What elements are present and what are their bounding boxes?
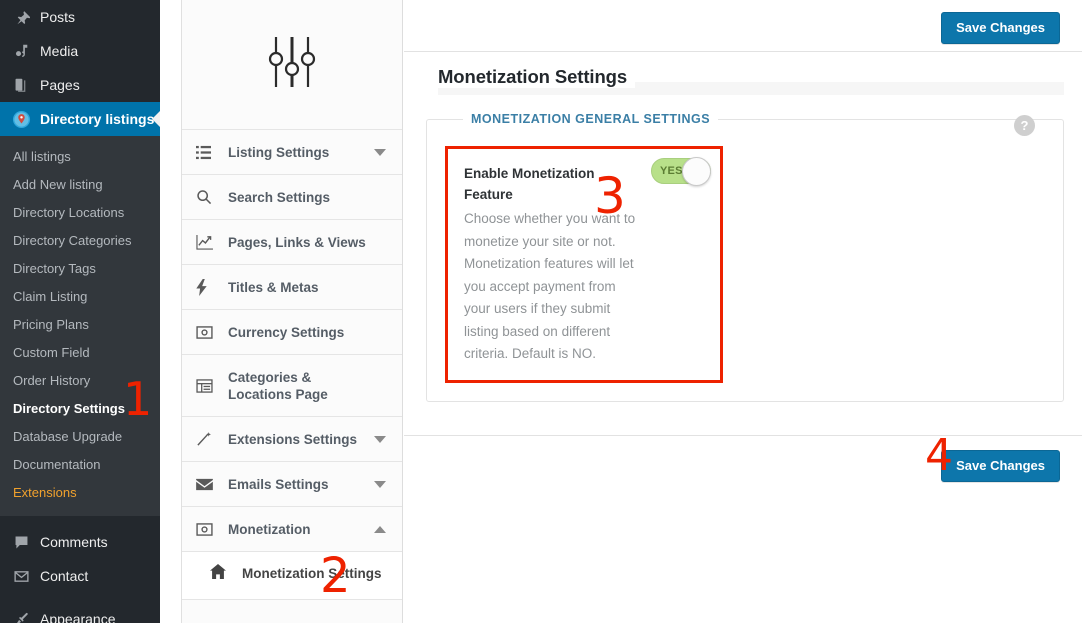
sidebar-subitem-all-listings[interactable]: All listings: [0, 143, 160, 171]
enable-monetization-toggle[interactable]: YES: [651, 158, 711, 184]
settings-nav-label: Extensions Settings: [228, 431, 374, 448]
settings-nav-item-listing-settings[interactable]: Listing Settings: [182, 130, 402, 175]
chevron-down-icon[interactable]: [374, 477, 388, 492]
sidebar-item-media[interactable]: Media: [0, 34, 160, 68]
sidebar-label: Contact: [40, 569, 88, 583]
help-icon[interactable]: ?: [1014, 115, 1035, 136]
sidebar-label: Directory listings: [40, 112, 154, 126]
save-changes-button-bottom[interactable]: Save Changes: [941, 450, 1060, 482]
pin-icon: [11, 7, 31, 27]
sidebar-item-appearance[interactable]: Appearance: [0, 602, 160, 623]
media-icon: [11, 41, 31, 61]
save-changes-button-top[interactable]: Save Changes: [941, 12, 1060, 44]
settings-nav-item-categories-locations-page[interactable]: Categories & Locations Page: [182, 355, 402, 417]
settings-panel-logo: [182, 0, 402, 130]
comment-icon: [11, 532, 31, 552]
sidebar-item-contact[interactable]: Contact: [0, 559, 160, 593]
sidebar-label: Pages: [40, 78, 80, 92]
chevron-down-icon[interactable]: [374, 432, 388, 447]
settings-nav-label: Search Settings: [228, 189, 374, 206]
wand-icon: [196, 431, 218, 447]
settings-nav-label: Pages, Links & Views: [228, 234, 374, 251]
search-icon: [196, 189, 218, 205]
money-icon: [196, 326, 218, 339]
sidebar-subitem-documentation[interactable]: Documentation: [0, 451, 160, 479]
list-icon: [196, 145, 218, 160]
directory-icon: [11, 109, 31, 129]
settings-nav-item-emails-settings[interactable]: Emails Settings: [182, 462, 402, 507]
page-title: Monetization Settings: [438, 66, 635, 88]
sidebar-subitem-pricing-plans[interactable]: Pricing Plans: [0, 311, 160, 339]
sidebar-divider: [0, 516, 160, 525]
enable-monetization-field: Enable Monetization Feature Choose wheth…: [445, 146, 723, 383]
settings-nav-label: Categories & Locations Page: [228, 369, 374, 403]
envelope-icon: [196, 478, 218, 491]
settings-content-area: MONETIZATION GENERAL SETTINGS ? Enable M…: [404, 102, 1082, 402]
sidebar-subitem-directory-locations[interactable]: Directory Locations: [0, 199, 160, 227]
toggle-knob[interactable]: [682, 157, 711, 186]
settings-nav-item-monetization[interactable]: Monetization: [182, 507, 402, 552]
chart-line-icon: [196, 234, 218, 250]
wp-admin-sidebar: Posts Media Pages Directory listings All…: [0, 0, 160, 623]
sidebar-subitem-extensions[interactable]: Extensions: [0, 479, 160, 507]
sidebar-subitem-custom-field[interactable]: Custom Field: [0, 339, 160, 367]
settings-nav-label: Monetization: [228, 521, 374, 538]
field-description: Choose whether you want to monetize your…: [464, 208, 636, 366]
settings-nav-item-titles-metas[interactable]: Titles & Metas: [182, 265, 402, 310]
page-title-row: Monetization Settings: [404, 52, 1082, 102]
sidebar-subitem-directory-tags[interactable]: Directory Tags: [0, 255, 160, 283]
money-icon: [196, 523, 218, 536]
sidebar-label: Comments: [40, 535, 108, 549]
sidebar-item-pages[interactable]: Pages: [0, 68, 160, 102]
settings-nav-subitem-monetization-settings[interactable]: Monetization Settings: [182, 552, 402, 600]
fieldset-legend: MONETIZATION GENERAL SETTINGS: [463, 112, 718, 126]
settings-nav-item-currency-settings[interactable]: Currency Settings: [182, 310, 402, 355]
toggle-value-label: YES: [660, 165, 683, 177]
settings-nav-label: Titles & Metas: [228, 279, 374, 296]
monetization-general-settings-card: MONETIZATION GENERAL SETTINGS ? Enable M…: [426, 112, 1064, 402]
bottom-action-bar: Save Changes: [404, 435, 1082, 515]
sidebar-subitem-directory-settings[interactable]: Directory Settings: [0, 395, 160, 423]
bolt-icon: [196, 279, 218, 296]
settings-nav-item-search-settings[interactable]: Search Settings: [182, 175, 402, 220]
sidebar-item-directory-listings[interactable]: Directory listings: [0, 102, 160, 136]
brush-icon: [11, 609, 31, 623]
sidebar-label: Appearance: [40, 612, 116, 623]
table-icon: [196, 379, 218, 393]
sidebar-subitem-directory-categories[interactable]: Directory Categories: [0, 227, 160, 255]
main-content: Save Changes Monetization Settings MONET…: [404, 0, 1082, 623]
chevron-up-icon[interactable]: [374, 522, 388, 537]
sidebar-label: Posts: [40, 10, 75, 24]
settings-nav-label: Currency Settings: [228, 324, 374, 341]
top-action-bar: Save Changes: [404, 0, 1082, 52]
settings-nav-panel: Listing Settings Search Settings Pages, …: [181, 0, 403, 623]
field-label: Enable Monetization Feature: [464, 163, 614, 205]
settings-nav-item-extensions-settings[interactable]: Extensions Settings: [182, 417, 402, 462]
settings-nav-label: Monetization Settings: [242, 564, 382, 583]
sidebar-subitem-order-history[interactable]: Order History: [0, 367, 160, 395]
sliders-icon: [265, 31, 319, 98]
directory-listings-submenu: All listings Add New listing Directory L…: [0, 136, 160, 516]
admin-screen: Posts Media Pages Directory listings All…: [0, 0, 1082, 623]
sidebar-subitem-claim-listing[interactable]: Claim Listing: [0, 283, 160, 311]
sidebar-subitem-add-new-listing[interactable]: Add New listing: [0, 171, 160, 199]
settings-nav-item-pages-links-views[interactable]: Pages, Links & Views: [182, 220, 402, 265]
home-icon: [210, 564, 232, 582]
sidebar-label: Media: [40, 44, 78, 58]
settings-nav-label: Emails Settings: [228, 476, 374, 493]
sidebar-subitem-database-upgrade[interactable]: Database Upgrade: [0, 423, 160, 451]
sidebar-item-comments[interactable]: Comments: [0, 525, 160, 559]
chevron-down-icon[interactable]: [374, 145, 388, 160]
sidebar-item-posts[interactable]: Posts: [0, 0, 160, 34]
sidebar-divider-2: [0, 593, 160, 602]
envelope-icon: [11, 566, 31, 586]
pages-icon: [11, 75, 31, 95]
settings-nav-label: Listing Settings: [228, 144, 374, 161]
